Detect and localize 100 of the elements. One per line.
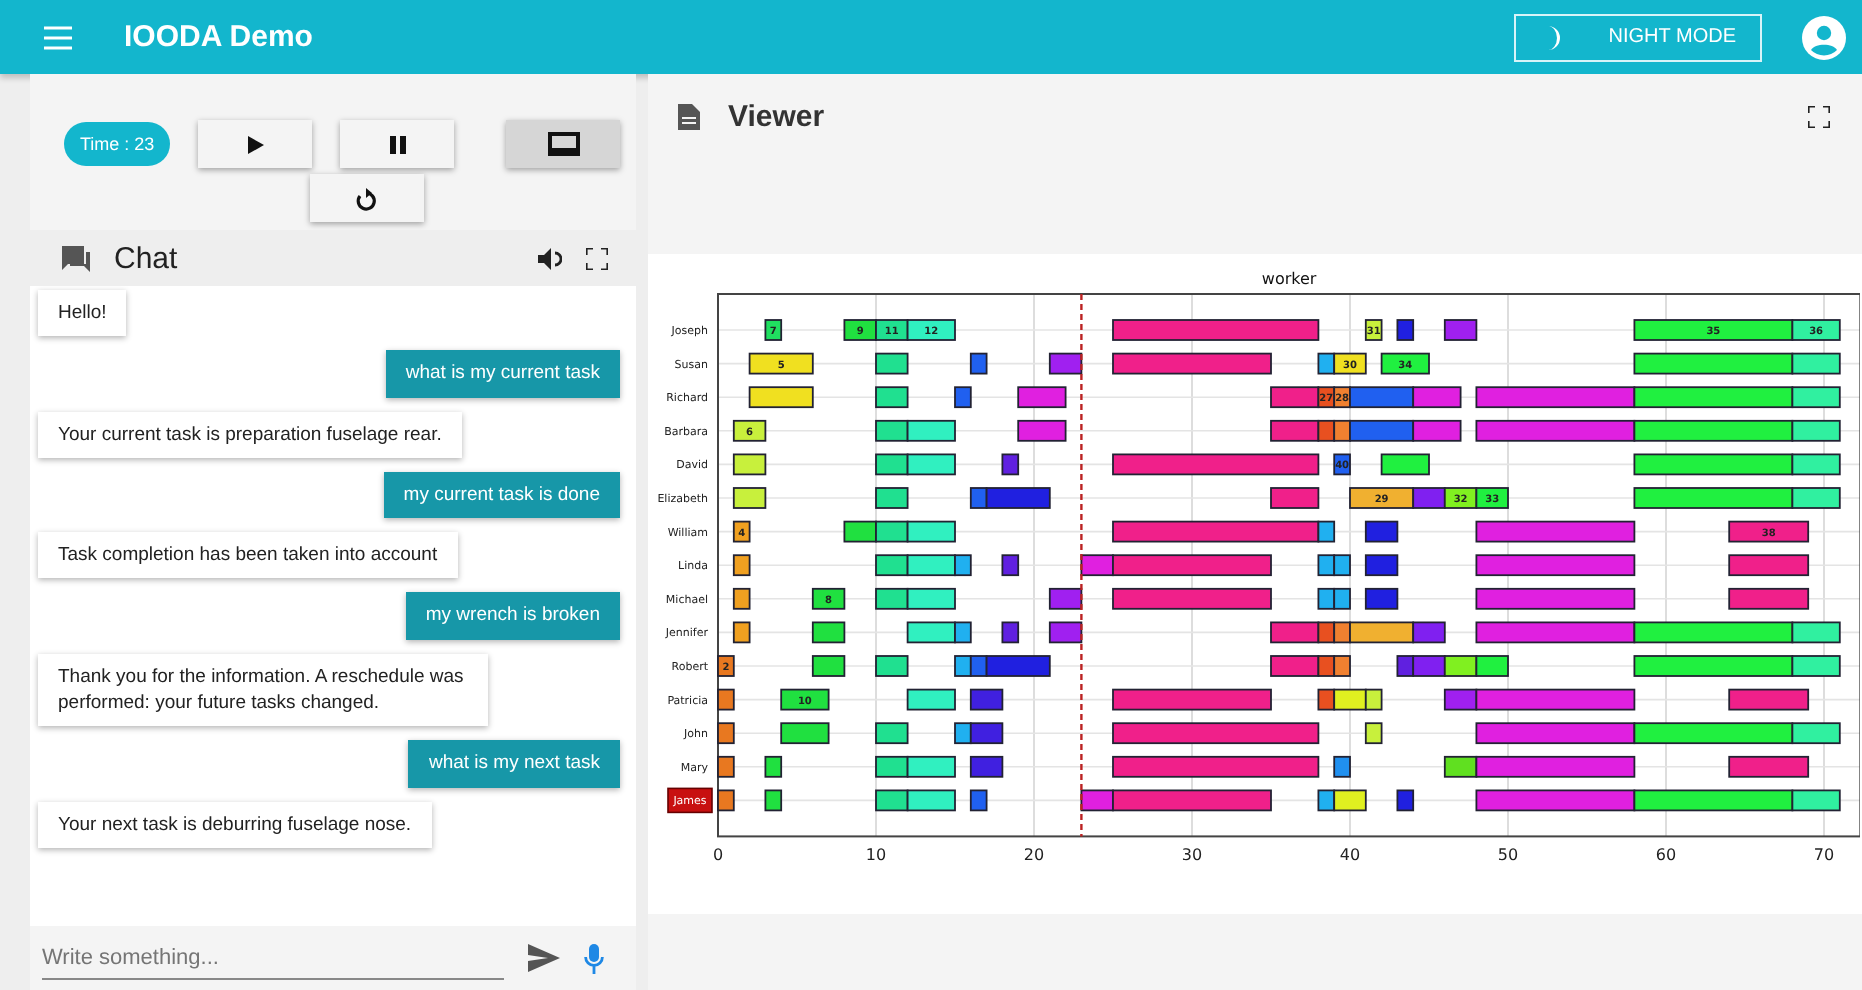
task-bar xyxy=(732,453,767,476)
app-title: IOODA Demo xyxy=(124,20,313,54)
microphone-icon[interactable] xyxy=(584,943,604,973)
axis-tick-label: 40 xyxy=(1339,846,1361,865)
task-bar xyxy=(1333,755,1351,778)
task-bar xyxy=(969,352,988,375)
task-bar xyxy=(780,722,830,745)
task-bar xyxy=(1048,587,1083,610)
night-mode-button[interactable]: NIGHT MODE xyxy=(1514,13,1762,61)
task-bar xyxy=(1317,554,1336,577)
task-bar xyxy=(1728,554,1810,577)
task-bar xyxy=(1443,319,1478,341)
task-bar xyxy=(717,755,735,778)
received-message: Thank you for the information. A reschedule was performed: your future tasks changed. xyxy=(38,653,488,727)
axis-tick-label: 10 xyxy=(865,846,887,865)
task-bar xyxy=(811,655,846,677)
task-bar xyxy=(1396,789,1415,812)
task-bar xyxy=(811,621,846,644)
task-bar xyxy=(1001,554,1020,577)
task-bar xyxy=(780,688,830,711)
received-message: Task completion has been taken into account xyxy=(38,532,458,579)
pause-button[interactable] xyxy=(340,120,455,168)
send-icon[interactable] xyxy=(528,944,560,972)
task-bar xyxy=(1048,352,1083,375)
task-bar xyxy=(1317,587,1336,610)
task-bar xyxy=(969,789,988,812)
task-bar xyxy=(1364,520,1399,543)
task-bar xyxy=(732,554,751,577)
task-bar xyxy=(843,319,877,341)
task-bar xyxy=(717,655,735,677)
task-bar xyxy=(732,520,751,543)
axis-tick-label: 50 xyxy=(1497,846,1519,865)
task-bar xyxy=(1728,587,1810,610)
task-bar xyxy=(1333,453,1351,476)
task-bar xyxy=(1728,520,1810,543)
task-bar xyxy=(764,755,783,778)
task-bar xyxy=(1380,352,1430,375)
axis-tick-label: 0 xyxy=(712,846,724,865)
task-bar xyxy=(954,386,972,409)
task-bar xyxy=(1364,722,1383,745)
chat-title: Chat xyxy=(114,241,178,275)
received-message: Your next task is deburring fuselage nose. xyxy=(38,801,432,848)
task-bar xyxy=(1364,554,1399,577)
message-input[interactable]: Write something... xyxy=(42,937,504,979)
task-bar xyxy=(954,655,972,677)
task-bar xyxy=(732,419,767,442)
sent-message: what is my next task xyxy=(408,740,620,788)
task-bar xyxy=(1048,621,1083,644)
screen-button[interactable] xyxy=(506,120,620,168)
laptop-icon xyxy=(547,132,580,156)
play-icon xyxy=(247,135,264,153)
task-bar xyxy=(875,722,909,745)
task-bar xyxy=(764,789,783,812)
task-bar xyxy=(1443,655,1478,677)
task-bar xyxy=(717,722,735,745)
received-message: Your current task is preparation fuselage rear. xyxy=(38,411,462,458)
task-bar xyxy=(1001,621,1020,644)
task-bar xyxy=(1412,419,1462,442)
chat-icon xyxy=(62,245,90,271)
fullscreen-icon[interactable] xyxy=(1808,105,1830,127)
time-badge: Time : 23 xyxy=(64,122,171,166)
moon-icon xyxy=(1544,25,1565,49)
task-bar xyxy=(969,688,1004,711)
task-bar xyxy=(1333,554,1351,577)
axis-tick-label: 60 xyxy=(1655,846,1677,865)
task-bar xyxy=(1475,487,1509,509)
viewer-title: Viewer xyxy=(728,99,825,133)
fullscreen-icon[interactable] xyxy=(586,247,608,269)
task-bar xyxy=(764,319,783,341)
volume-icon[interactable] xyxy=(538,247,562,269)
task-bar xyxy=(732,487,767,509)
task-bar xyxy=(1412,386,1462,409)
chart-title: worker xyxy=(1261,270,1317,288)
reset-button[interactable] xyxy=(309,174,423,222)
play-button[interactable] xyxy=(198,120,313,168)
sent-message: my current task is done xyxy=(383,471,620,519)
task-bar xyxy=(1396,319,1415,341)
axis-tick-label: 30 xyxy=(1181,846,1203,865)
reset-icon xyxy=(354,185,378,211)
task-bar xyxy=(811,587,846,610)
task-bar xyxy=(1443,487,1478,509)
task-bar xyxy=(906,688,956,711)
task-bar xyxy=(748,352,814,375)
task-bar xyxy=(1017,386,1067,409)
sent-message: my wrench is broken xyxy=(405,592,620,640)
task-bar xyxy=(732,587,751,610)
task-bar xyxy=(748,386,814,409)
task-bar xyxy=(1364,319,1383,341)
task-bar xyxy=(875,386,909,409)
task-bar xyxy=(843,520,877,543)
task-bar xyxy=(1333,587,1351,610)
task-bar xyxy=(1017,419,1067,442)
pause-icon xyxy=(389,135,406,153)
task-bar xyxy=(1001,453,1020,476)
document-icon xyxy=(678,103,700,129)
task-bar xyxy=(969,755,1004,778)
task-bar xyxy=(1380,453,1430,476)
axis-tick-label: 20 xyxy=(1023,846,1045,865)
task-bar xyxy=(875,487,909,509)
task-bar xyxy=(1728,755,1810,778)
